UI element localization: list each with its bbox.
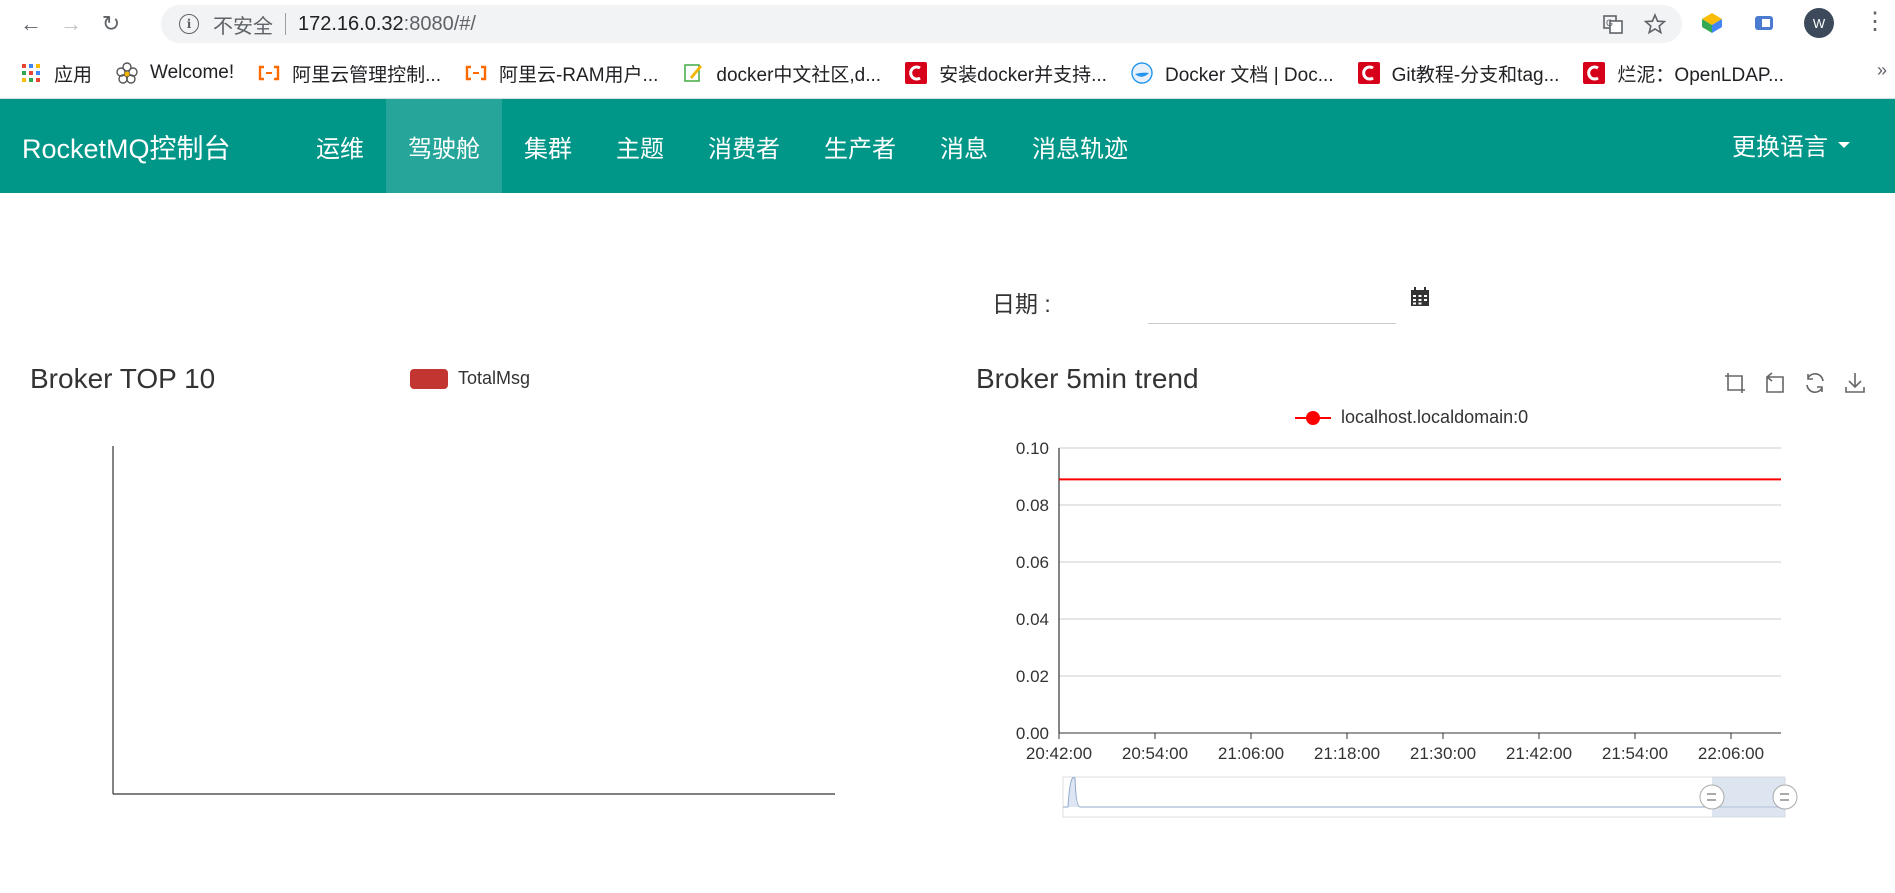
nav-dashboard[interactable]: 驾驶舱 — [386, 99, 502, 193]
x-tick-label: 22:06:00 — [1698, 744, 1764, 763]
bookmark-label: docker中文社区,d... — [716, 64, 882, 86]
aliyun-icon — [465, 62, 487, 84]
url-rest: :8080/#/ — [403, 12, 476, 35]
bookmark-label: 阿里云-RAM用户... — [498, 64, 659, 86]
nav-topic[interactable]: 主题 — [594, 99, 686, 193]
browser-toolbar: ← → ↻ i 不安全 172.16.0.32:8080/#/ G W ⋮ — [0, 0, 1895, 48]
bookmark-openldap[interactable]: 烂泥：OpenLDAP... — [1583, 60, 1784, 87]
x-tick-label: 21:18:00 — [1314, 744, 1380, 763]
y-tick-label: 0.06 — [1016, 553, 1049, 572]
legend-swatch — [410, 368, 448, 389]
reload-icon[interactable]: ↻ — [98, 11, 124, 37]
url-text[interactable]: 172.16.0.32:8080/#/ — [298, 13, 476, 36]
restore-icon[interactable] — [1803, 371, 1827, 395]
extension-tag-icon[interactable] — [1752, 11, 1776, 35]
svg-text:G: G — [1606, 18, 1613, 28]
data-zoom-slider[interactable] — [1062, 776, 1798, 818]
x-tick-label: 21:42:00 — [1506, 744, 1572, 763]
caret-down-icon — [1838, 141, 1850, 148]
bookmarks-bar: 应用 Welcome! 阿里云管理控制... 阿里云-RAM用户... dock… — [0, 48, 1895, 99]
bookmark-label: Git教程-分支和tag... — [1391, 64, 1560, 86]
bookmark-label: Docker 文档 | Doc... — [1164, 64, 1334, 86]
address-bar[interactable]: i 不安全 172.16.0.32:8080/#/ G — [161, 5, 1682, 43]
bookmark-docker-community[interactable]: docker中文社区,d... — [682, 60, 881, 87]
translate-icon[interactable]: G — [1602, 13, 1624, 35]
date-input[interactable] — [1148, 285, 1396, 324]
zoom-track — [1062, 776, 1786, 818]
language-dropdown[interactable]: 更换语言 — [1732, 127, 1850, 162]
insecure-label: 不安全 — [213, 15, 273, 38]
language-label: 更换语言 — [1732, 134, 1828, 161]
bookmark-label: Welcome! — [150, 62, 235, 83]
y-tick-label: 0.10 — [1016, 439, 1049, 458]
extension-cube-icon[interactable] — [1700, 11, 1724, 35]
broker-top10-chart — [112, 446, 835, 795]
forward-icon[interactable]: → — [58, 11, 84, 37]
profile-avatar[interactable]: W — [1804, 8, 1834, 38]
x-tick-label: 21:30:00 — [1410, 744, 1476, 763]
docker-icon — [1131, 62, 1153, 84]
bookmark-welcome[interactable]: Welcome! — [116, 62, 234, 84]
dashboard-content: 日期 : Broker TOP 10 TotalMsg Broker 5min … — [0, 193, 1895, 893]
bookmark-label: 阿里云管理控制... — [292, 64, 441, 86]
nav-producer[interactable]: 生产者 — [802, 99, 918, 193]
bookmark-apps[interactable]: 应用 — [20, 60, 92, 87]
app-navbar: RocketMQ控制台 运维 驾驶舱 集群 主题 消费者 生产者 消息 消息轨迹… — [0, 99, 1895, 193]
legend-label: TotalMsg — [458, 368, 531, 388]
bookmark-label: 烂泥：OpenLDAP... — [1617, 64, 1784, 86]
broker-trend-chart: 0.00 0.02 0.04 0.06 0.08 0.10 20:42:00 20:54:0… — [1016, 439, 1798, 818]
back-icon[interactable]: ← — [18, 11, 44, 37]
aliyun-icon — [258, 62, 280, 84]
bookmark-aliyun-console[interactable]: 阿里云管理控制... — [258, 60, 441, 87]
bookmark-label: 安装docker并支持... — [939, 64, 1107, 86]
star-icon[interactable] — [1644, 13, 1666, 35]
csdn-icon — [1583, 62, 1606, 84]
nav-message[interactable]: 消息 — [918, 99, 1010, 193]
bookmark-label: 应用 — [54, 64, 93, 86]
more-bookmarks-icon[interactable]: » — [1877, 60, 1887, 81]
legend-totalmsg[interactable]: TotalMsg — [410, 368, 530, 389]
nav-message-trace[interactable]: 消息轨迹 — [1010, 99, 1150, 193]
x-tick-label: 21:06:00 — [1218, 744, 1284, 763]
broker-trend-title: Broker 5min trend — [976, 363, 1199, 394]
csdn-icon — [1357, 62, 1380, 84]
y-tick-label: 0.08 — [1016, 496, 1049, 515]
zoom-area-icon[interactable] — [1723, 371, 1747, 395]
x-tick-label: 21:54:00 — [1602, 744, 1668, 763]
zoom-handle-left[interactable] — [1699, 784, 1725, 810]
date-label: 日期 : — [992, 291, 1051, 317]
broker-top10-title: Broker TOP 10 — [30, 363, 216, 394]
browser-menu-icon[interactable]: ⋮ — [1863, 10, 1887, 34]
csdn-icon — [905, 62, 928, 84]
brand-title[interactable]: RocketMQ控制台 — [22, 127, 294, 166]
nav-consumer[interactable]: 消费者 — [686, 99, 802, 193]
url-host: 172.16.0.32 — [298, 12, 404, 35]
bookmark-aliyun-ram[interactable]: 阿里云-RAM用户... — [465, 60, 658, 87]
y-tick-label: 0.02 — [1016, 667, 1049, 686]
address-separator — [285, 13, 286, 35]
bookmark-install-docker[interactable]: 安装docker并支持... — [905, 60, 1107, 87]
zoom-reset-icon[interactable] — [1763, 371, 1787, 395]
calendar-icon[interactable] — [1410, 287, 1430, 307]
y-tick-label: 0.04 — [1016, 610, 1049, 629]
download-icon[interactable] — [1843, 371, 1867, 395]
x-tick-label: 20:42:00 — [1026, 744, 1092, 763]
zoom-handle-right[interactable] — [1772, 784, 1798, 810]
nav-ops[interactable]: 运维 — [294, 99, 386, 193]
y-tick-label: 0.00 — [1016, 724, 1049, 743]
info-icon[interactable]: i — [179, 14, 199, 34]
chart-toolbox — [1723, 371, 1867, 395]
flower-icon — [116, 62, 138, 84]
bookmark-git-tutorial[interactable]: Git教程-分支和tag... — [1357, 60, 1560, 87]
x-tick-label: 20:54:00 — [1122, 744, 1188, 763]
apps-grid-icon — [20, 62, 42, 84]
nav-cluster[interactable]: 集群 — [502, 99, 594, 193]
bookmark-docker-docs[interactable]: Docker 文档 | Doc... — [1131, 60, 1334, 87]
edit-note-icon — [682, 62, 704, 84]
